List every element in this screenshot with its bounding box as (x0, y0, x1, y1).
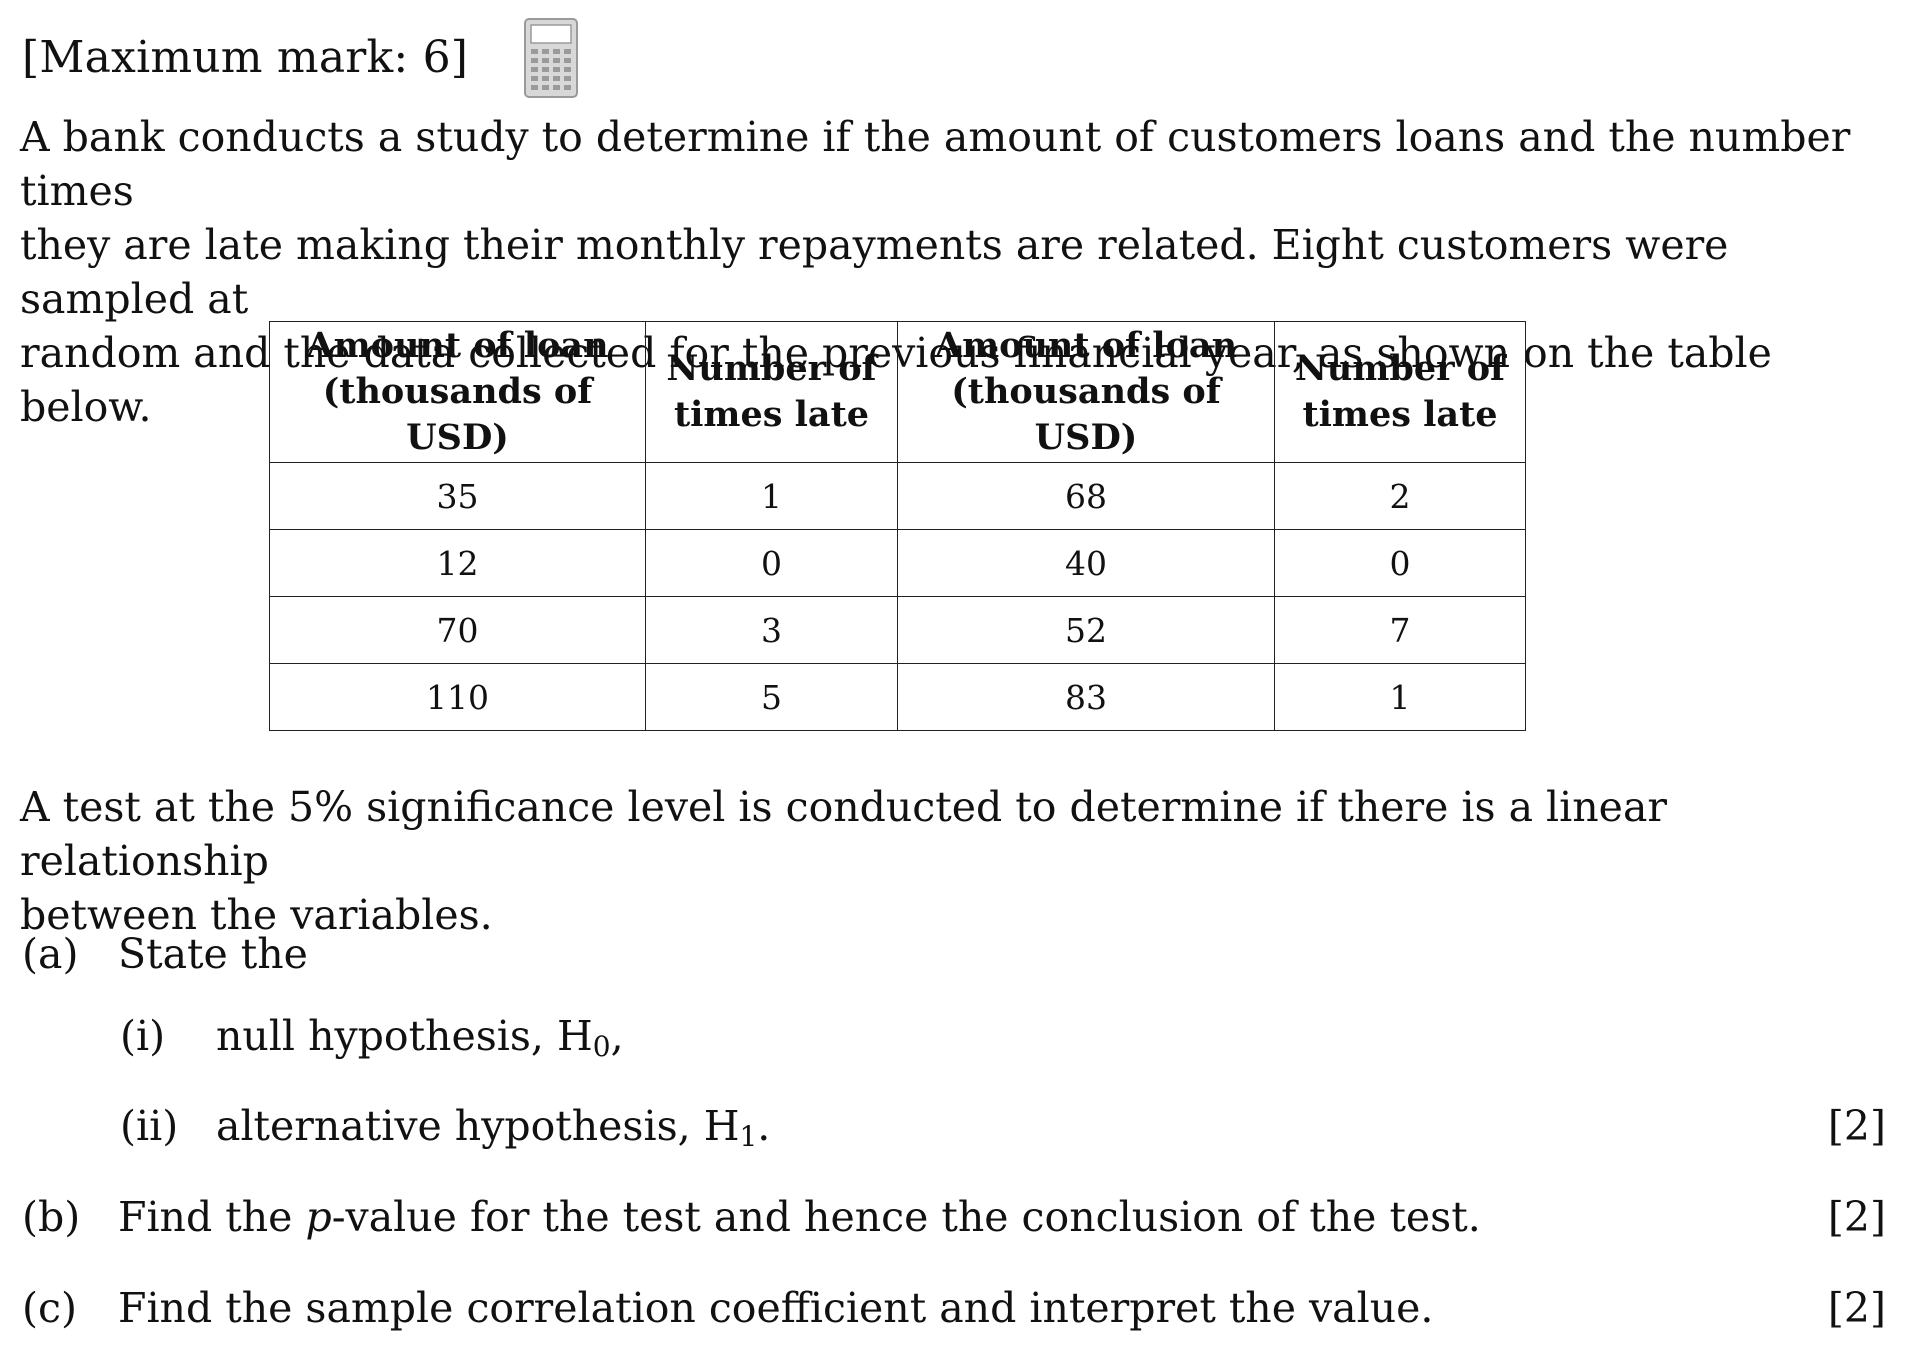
header-number-of-times-late: Number of times late (1274, 321, 1526, 463)
calculator-icon (524, 18, 579, 98)
question-a-ii-text: alternative hypothesis, H1. (216, 1102, 771, 1153)
table-cell: 68 (897, 462, 1275, 530)
table-row: 70 3 52 7 (269, 596, 1526, 664)
table-cell: 3 (645, 596, 898, 664)
maximum-mark: [Maximum mark: 6] (22, 32, 469, 83)
table-header-row: Amount of loan (thousands of USD) Number… (269, 321, 1526, 463)
question-b-text: Find the p-value for the test and hence … (118, 1193, 1481, 1241)
question-a-marks: [2] (1827, 1102, 1886, 1150)
question-b-marks: [2] (1827, 1193, 1886, 1241)
table-cell: 70 (269, 596, 646, 664)
question-header: [Maximum mark: 6] (22, 18, 579, 98)
question-c-text: Find the sample correlation coefficient … (118, 1284, 1434, 1332)
table-cell: 12 (269, 529, 646, 597)
table-cell: 40 (897, 529, 1275, 597)
table-cell: 52 (897, 596, 1275, 664)
table-cell: 7 (1274, 596, 1526, 664)
loan-data-table: Amount of loan (thousands of USD) Number… (269, 321, 1526, 731)
test-paragraph: A test at the 5% significance level is c… (20, 780, 1870, 942)
table-cell: 1 (645, 462, 898, 530)
table-cell: 0 (645, 529, 898, 597)
question-a-i-label: (i) (120, 1012, 166, 1060)
header-amount-of-loan: Amount of loan (thousands of USD) (269, 321, 646, 463)
intro-line: they are late making their monthly repay… (20, 221, 1729, 323)
table-row: 35 1 68 2 (269, 462, 1526, 530)
question-a-label: (a) (22, 930, 79, 978)
question-c-label: (c) (22, 1284, 77, 1332)
table-cell: 2 (1274, 462, 1526, 530)
question-a-ii: (ii) alternative hypothesis, H1. (120, 1102, 770, 1151)
table-row: 110 5 83 1 (269, 663, 1526, 731)
question-c: (c) Find the sample correlation coeffici… (22, 1284, 1433, 1332)
header-amount-of-loan: Amount of loan (thousands of USD) (897, 321, 1275, 463)
intro-line: A bank conducts a study to determine if … (20, 113, 1851, 215)
test-paragraph-line: A test at the 5% significance level is c… (20, 783, 1667, 885)
table-cell: 5 (645, 663, 898, 731)
question-c-marks: [2] (1827, 1284, 1886, 1332)
header-number-of-times-late: Number of times late (645, 321, 898, 463)
question-b-label: (b) (22, 1193, 81, 1241)
question-a-ii-label: (ii) (120, 1102, 179, 1150)
table-cell: 110 (269, 663, 646, 731)
table-cell: 0 (1274, 529, 1526, 597)
question-a: (a) State the (22, 930, 308, 978)
question-a-i: (i) null hypothesis, H0, (120, 1012, 624, 1061)
exam-question-page: [Maximum mark: 6] A bank conducts a stud… (0, 0, 1908, 1350)
table-cell: 83 (897, 663, 1275, 731)
table-cell: 35 (269, 462, 646, 530)
table-row: 12 0 40 0 (269, 529, 1526, 597)
question-a-i-text: null hypothesis, H0, (216, 1012, 624, 1063)
question-b: (b) Find the p-value for the test and he… (22, 1193, 1481, 1241)
table-cell: 1 (1274, 663, 1526, 731)
question-a-text: State the (118, 930, 308, 978)
